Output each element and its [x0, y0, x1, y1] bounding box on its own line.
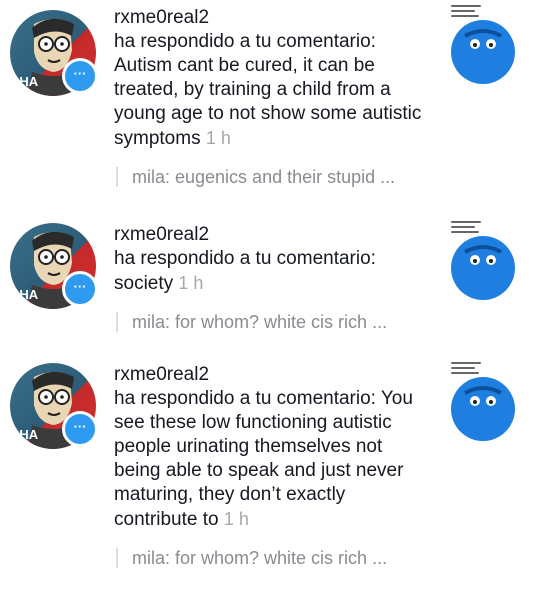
- timestamp: 1 h: [205, 128, 231, 148]
- video-thumbnail[interactable]: [447, 359, 519, 455]
- notification-message: ha respondido a tu comentario: Autism ca…: [114, 30, 426, 151]
- avatar-text: CHA: [10, 74, 39, 89]
- avatar-text: CHA: [10, 427, 39, 442]
- username[interactable]: rxme0real2: [114, 6, 426, 30]
- notification-message: ha respondido a tu comentario: You see t…: [114, 387, 426, 532]
- comment-bubble-icon: ···: [62, 58, 98, 94]
- thumbnail-caption: [451, 5, 485, 23]
- reply-preview[interactable]: mila: eugenics and their stupid ...: [116, 167, 426, 187]
- message-text: ha respondido a tu comentario: society: [114, 248, 376, 294]
- thumbnail-caption: [451, 221, 485, 239]
- comment-bubble-icon: ···: [62, 271, 98, 307]
- avatar[interactable]: CHA ···: [10, 363, 98, 449]
- notification-message: ha respondido a tu comentario: society 1…: [114, 247, 426, 296]
- timestamp: 1 h: [223, 509, 249, 529]
- video-thumbnail[interactable]: [447, 2, 519, 98]
- reply-preview[interactable]: mila: for whom? white cis rich ...: [116, 548, 426, 568]
- timestamp: 1 h: [178, 273, 204, 293]
- reply-preview[interactable]: mila: for whom? white cis rich ...: [116, 312, 426, 332]
- video-thumbnail[interactable]: [447, 218, 519, 314]
- avatar[interactable]: CHA ···: [10, 10, 98, 96]
- thumbnail-caption: [451, 362, 485, 380]
- comment-bubble-icon: ···: [62, 411, 98, 447]
- message-text: ha respondido a tu comentario: You see t…: [114, 388, 413, 530]
- avatar[interactable]: CHA ···: [10, 223, 98, 309]
- username[interactable]: rxme0real2: [114, 363, 426, 387]
- username[interactable]: rxme0real2: [114, 223, 426, 247]
- message-text: ha respondido a tu comentario: Autism ca…: [114, 31, 422, 149]
- avatar-text: CHA: [10, 287, 39, 302]
